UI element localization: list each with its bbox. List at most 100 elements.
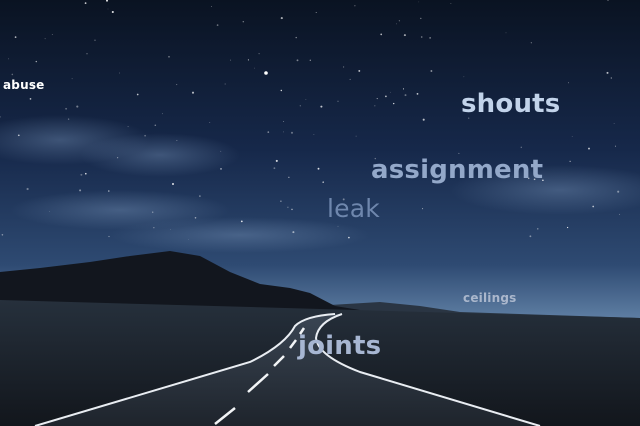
star <box>343 66 345 68</box>
star <box>224 83 226 85</box>
star <box>283 121 285 122</box>
star <box>49 211 50 212</box>
star <box>354 5 356 7</box>
star <box>280 17 283 20</box>
star <box>420 36 423 38</box>
star <box>313 134 315 135</box>
star <box>358 69 361 72</box>
star <box>17 134 20 137</box>
star <box>305 99 307 100</box>
star <box>416 93 419 95</box>
star <box>403 34 406 37</box>
star <box>520 146 523 149</box>
star <box>610 77 612 79</box>
night-road-scene: abuse shouts assignment leak ceilings jo… <box>0 0 640 426</box>
star <box>450 3 452 4</box>
star <box>376 98 378 100</box>
star <box>322 181 324 183</box>
star <box>230 59 232 61</box>
star <box>80 173 83 176</box>
star <box>111 10 114 14</box>
star <box>569 160 571 162</box>
star <box>420 17 422 20</box>
star <box>349 78 351 80</box>
star <box>8 58 10 60</box>
star <box>107 8 109 10</box>
word-ceilings: ceilings <box>463 291 517 305</box>
star <box>220 150 222 152</box>
star <box>537 228 539 230</box>
star <box>380 33 383 36</box>
star <box>44 38 46 40</box>
star <box>85 172 87 175</box>
star <box>280 200 282 202</box>
star <box>337 225 339 227</box>
star <box>1 234 4 236</box>
star <box>404 94 407 97</box>
star <box>309 59 311 61</box>
star <box>458 152 460 154</box>
star <box>216 24 219 26</box>
star <box>505 32 507 34</box>
star <box>288 176 290 178</box>
star <box>422 208 424 210</box>
star <box>606 71 609 74</box>
star <box>588 147 590 150</box>
star <box>283 131 284 133</box>
star <box>280 89 283 92</box>
star <box>242 20 245 23</box>
star <box>619 213 621 215</box>
star <box>396 23 397 25</box>
star <box>11 73 14 76</box>
star <box>529 235 532 238</box>
star <box>568 82 569 84</box>
star <box>317 167 320 170</box>
star <box>108 190 110 192</box>
star <box>247 59 249 61</box>
star <box>94 39 96 41</box>
star <box>398 20 401 22</box>
star <box>188 239 189 241</box>
star <box>267 131 270 133</box>
star <box>571 136 573 137</box>
star <box>275 159 278 162</box>
star <box>152 211 154 213</box>
star <box>136 93 139 96</box>
star <box>199 195 201 197</box>
star <box>191 91 195 94</box>
star <box>390 91 391 93</box>
star <box>211 6 212 7</box>
star <box>118 72 120 74</box>
star <box>67 118 70 120</box>
star <box>168 55 170 58</box>
star <box>592 205 595 208</box>
word-assignment: assignment <box>371 155 544 185</box>
star <box>384 95 387 98</box>
star <box>79 189 82 192</box>
word-shouts: shouts <box>461 89 561 119</box>
star <box>51 34 53 35</box>
star <box>108 235 110 238</box>
star <box>154 124 157 127</box>
star <box>254 67 255 69</box>
star <box>348 236 350 239</box>
star <box>315 11 317 14</box>
star <box>144 134 146 137</box>
landscape-image <box>0 0 640 426</box>
star <box>26 187 29 191</box>
star <box>240 220 243 223</box>
star <box>258 52 260 55</box>
star <box>290 131 294 134</box>
word-joints: joints <box>298 331 382 361</box>
star <box>393 102 395 105</box>
star <box>170 229 172 230</box>
star <box>161 113 163 115</box>
star <box>29 98 32 100</box>
star <box>176 84 178 86</box>
star <box>422 118 425 121</box>
star <box>613 123 615 124</box>
star <box>530 42 532 44</box>
star <box>337 100 339 102</box>
star <box>463 76 465 78</box>
bright-star <box>264 71 268 75</box>
